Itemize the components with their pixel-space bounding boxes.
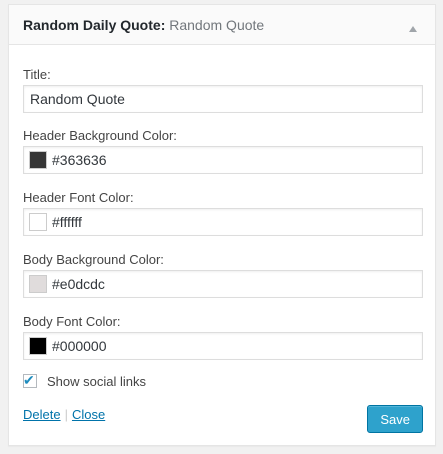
widget-control-actions: Delete | Close bbox=[23, 407, 105, 422]
title-label: Title: bbox=[23, 67, 51, 82]
delete-link[interactable]: Delete bbox=[23, 407, 61, 422]
title-input[interactable] bbox=[23, 85, 423, 113]
save-button[interactable]: Save bbox=[367, 405, 423, 433]
body-font-color-value: #000000 bbox=[52, 338, 107, 354]
header-font-color-value: #ffffff bbox=[52, 214, 82, 230]
checkmark-icon: ✔ bbox=[23, 372, 35, 388]
body-bg-color-label: Body Background Color: bbox=[23, 252, 164, 267]
widget-title: Random Daily Quote: Random Quote bbox=[23, 17, 264, 33]
body-font-color-field[interactable]: #000000 bbox=[23, 332, 423, 360]
social-links-checkbox[interactable]: ✔ bbox=[23, 372, 37, 388]
header-bg-color-label: Header Background Color: bbox=[23, 128, 177, 143]
social-links-label: Show social links bbox=[47, 374, 146, 389]
body-bg-color-field[interactable]: #e0dcdc bbox=[23, 270, 423, 298]
close-link[interactable]: Close bbox=[72, 407, 105, 422]
body-font-color-label: Body Font Color: bbox=[23, 314, 121, 329]
header-bg-color-value: #363636 bbox=[52, 152, 107, 168]
body-font-color-swatch[interactable] bbox=[29, 337, 47, 355]
collapse-toggle-button[interactable] bbox=[401, 13, 425, 37]
widget-header[interactable]: Random Daily Quote: Random Quote bbox=[9, 5, 435, 45]
title-separator: : bbox=[160, 17, 166, 33]
header-bg-color-field[interactable]: #363636 bbox=[23, 146, 423, 174]
widget-instance-title: Random Quote bbox=[169, 17, 265, 33]
header-bg-color-swatch[interactable] bbox=[29, 151, 47, 169]
body-bg-color-value: #e0dcdc bbox=[52, 276, 105, 292]
action-separator: | bbox=[64, 407, 68, 422]
widget-panel: Random Daily Quote: Random Quote Title: … bbox=[8, 4, 436, 446]
header-font-color-field[interactable]: #ffffff bbox=[23, 208, 423, 236]
widget-name: Random Daily Quote bbox=[23, 17, 161, 33]
header-font-color-swatch[interactable] bbox=[29, 213, 47, 231]
header-font-color-label: Header Font Color: bbox=[23, 190, 134, 205]
arrow-up-icon bbox=[409, 26, 417, 32]
body-bg-color-swatch[interactable] bbox=[29, 275, 47, 293]
